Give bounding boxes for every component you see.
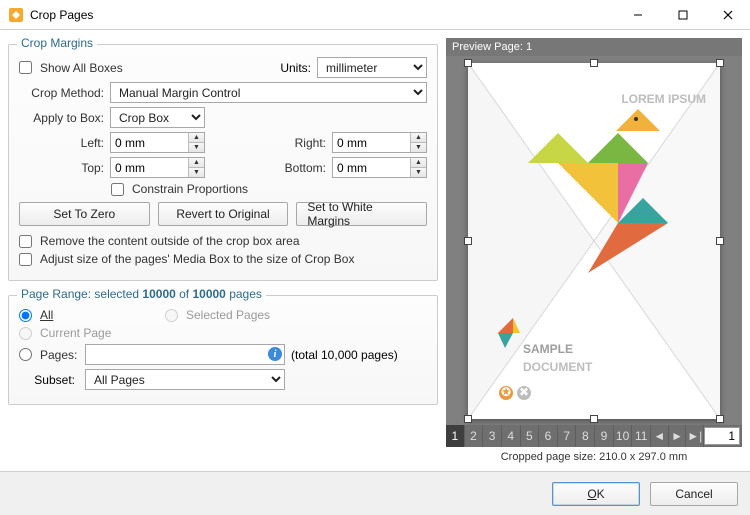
adjust-mediabox-label: Adjust size of the pages' Media Box to t…	[40, 252, 354, 266]
left-label: Left:	[19, 136, 104, 150]
preview-panel: Preview Page: 1	[446, 38, 742, 463]
page-range-legend: Page Range: selected 10000 of 10000 page…	[17, 287, 266, 301]
window-title: Crop Pages	[30, 8, 615, 22]
pager-page[interactable]: 11	[632, 425, 651, 447]
pager-next-icon[interactable]: ►	[669, 425, 687, 447]
preview-body: LOREM IPSUM SAMPLE DOCUMENT ✪ ✖	[446, 56, 742, 425]
spin-up-icon[interactable]: ▲	[411, 158, 426, 168]
radio-all-label: All	[40, 308, 53, 322]
radio-pages[interactable]: Pages:	[19, 348, 79, 362]
page-range-group: Page Range: selected 10000 of 10000 page…	[8, 295, 438, 405]
pager-page[interactable]: 10	[614, 425, 633, 447]
bottom-input[interactable]	[333, 158, 410, 177]
ok-button[interactable]: OK	[552, 482, 640, 506]
dialog-button-bar: OK Cancel	[0, 471, 750, 515]
pager-page[interactable]: 9	[595, 425, 614, 447]
constrain-label: Constrain Proportions	[132, 182, 248, 196]
maximize-button[interactable]	[660, 0, 705, 29]
app-icon	[8, 7, 24, 23]
constrain-proportions-checkbox[interactable]: Constrain Proportions	[111, 182, 248, 196]
radio-current-page-label: Current Page	[40, 326, 111, 340]
cropped-size-label: Cropped page size: 210.0 x 297.0 mm	[446, 447, 742, 463]
info-icon[interactable]: i	[268, 347, 282, 361]
cancel-button[interactable]: Cancel	[650, 482, 738, 506]
pager-page[interactable]: 6	[539, 425, 558, 447]
apply-to-box-select[interactable]: Crop Box	[110, 107, 205, 128]
set-to-white-margins-button[interactable]: Set to White Margins	[296, 202, 427, 226]
spin-down-icon[interactable]: ▼	[189, 168, 204, 177]
radio-current-page[interactable]: Current Page	[19, 326, 111, 340]
pager-page[interactable]: 1	[446, 425, 465, 447]
right-label: Right:	[276, 136, 326, 150]
document-artwork: LOREM IPSUM SAMPLE DOCUMENT ✪ ✖	[468, 63, 720, 419]
bottom-spinner[interactable]: ▲▼	[332, 157, 427, 178]
adjust-mediabox-checkbox[interactable]: Adjust size of the pages' Media Box to t…	[19, 252, 354, 266]
top-label: Top:	[19, 161, 104, 175]
pager-page[interactable]: 8	[576, 425, 595, 447]
subset-select[interactable]: All Pages	[85, 369, 285, 390]
top-input[interactable]	[111, 158, 188, 177]
units-select[interactable]: millimeter	[317, 57, 427, 78]
apply-to-box-label: Apply to Box:	[19, 111, 104, 125]
show-all-boxes-checkbox[interactable]: Show All Boxes	[19, 61, 123, 75]
remove-outside-label: Remove the content outside of the crop b…	[40, 234, 300, 248]
pager-page[interactable]: 2	[465, 425, 484, 447]
preview-header: Preview Page: 1	[446, 38, 742, 56]
svg-text:✖: ✖	[519, 385, 529, 399]
spin-down-icon[interactable]: ▼	[189, 143, 204, 152]
set-to-zero-button[interactable]: Set To Zero	[19, 202, 150, 226]
show-all-boxes-label: Show All Boxes	[40, 61, 123, 75]
svg-text:LOREM IPSUM: LOREM IPSUM	[621, 92, 706, 106]
crop-margins-legend: Crop Margins	[17, 36, 97, 50]
bottom-label: Bottom:	[276, 161, 326, 175]
spin-down-icon[interactable]: ▼	[411, 168, 426, 177]
top-spinner[interactable]: ▲▼	[110, 157, 205, 178]
spin-up-icon[interactable]: ▲	[189, 133, 204, 143]
pager-last-icon[interactable]: ►|	[686, 425, 704, 447]
pages-total-label: (total 10,000 pages)	[291, 348, 398, 362]
minimize-button[interactable]	[615, 0, 660, 29]
right-input[interactable]	[333, 133, 410, 152]
pager-page[interactable]: 4	[502, 425, 521, 447]
svg-text:DOCUMENT: DOCUMENT	[523, 360, 593, 374]
crop-method-label: Crop Method:	[19, 86, 104, 100]
remove-outside-checkbox[interactable]: Remove the content outside of the crop b…	[19, 234, 300, 248]
left-spinner[interactable]: ▲▼	[110, 132, 205, 153]
svg-text:✪: ✪	[501, 385, 511, 399]
revert-to-original-button[interactable]: Revert to Original	[158, 202, 289, 226]
right-spinner[interactable]: ▲▼	[332, 132, 427, 153]
radio-pages-label: Pages:	[40, 348, 77, 362]
crop-margins-group: Crop Margins Show All Boxes Units: milli…	[8, 44, 438, 281]
subset-label: Subset:	[19, 373, 79, 387]
pager-prev-icon[interactable]: ◄	[651, 425, 669, 447]
spin-up-icon[interactable]: ▲	[189, 158, 204, 168]
svg-text:SAMPLE: SAMPLE	[523, 342, 573, 356]
radio-selected-pages[interactable]: Selected Pages	[165, 308, 270, 322]
preview-page[interactable]: LOREM IPSUM SAMPLE DOCUMENT ✪ ✖	[468, 63, 720, 419]
pager-page[interactable]: 5	[521, 425, 540, 447]
pager-page[interactable]: 7	[558, 425, 577, 447]
units-label: Units:	[280, 61, 311, 75]
left-input[interactable]	[111, 133, 188, 152]
pages-input[interactable]	[85, 344, 285, 365]
pager-input[interactable]	[704, 427, 740, 445]
preview-pager: 1 2 3 4 5 6 7 8 9 10 11 ◄ ► ►|	[446, 425, 742, 447]
crop-method-select[interactable]: Manual Margin Control	[110, 82, 427, 103]
spin-up-icon[interactable]: ▲	[411, 133, 426, 143]
spin-down-icon[interactable]: ▼	[411, 143, 426, 152]
pager-page[interactable]: 3	[483, 425, 502, 447]
titlebar: Crop Pages	[0, 0, 750, 30]
close-button[interactable]	[705, 0, 750, 29]
radio-all[interactable]: All	[19, 308, 159, 322]
radio-selected-pages-label: Selected Pages	[186, 308, 270, 322]
